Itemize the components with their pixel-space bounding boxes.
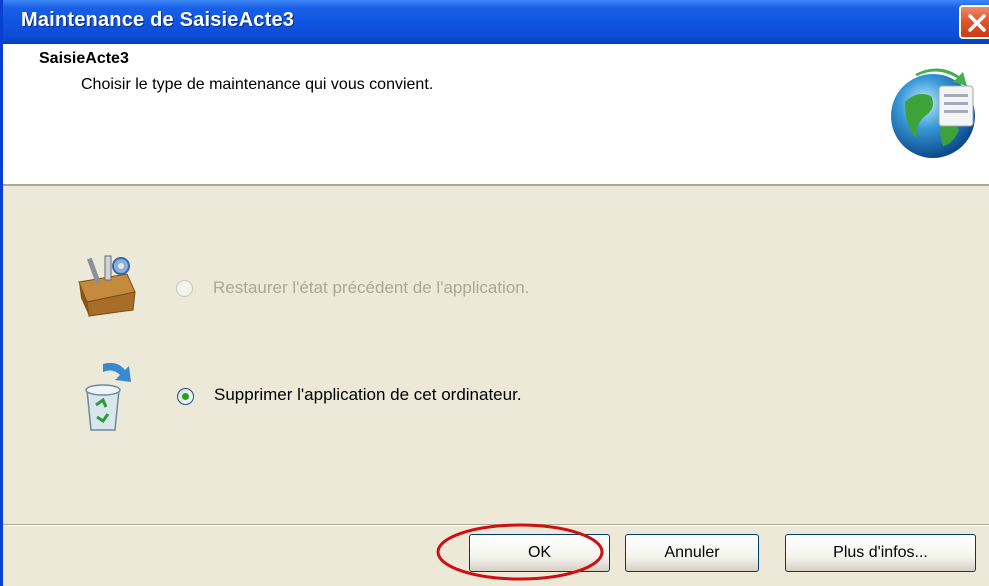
toolbox-icon — [78, 255, 136, 317]
footer-divider — [3, 524, 989, 526]
restore-radio — [176, 280, 193, 297]
title-bar[interactable]: Maintenance de SaisieActe3 — [3, 0, 989, 44]
restore-option-label: Restaurer l'état précédent de l'applicat… — [213, 278, 530, 297]
header-panel — [3, 44, 989, 186]
recycle-bin-icon — [85, 362, 131, 431]
cancel-button[interactable]: Annuler — [625, 534, 759, 572]
close-button[interactable] — [959, 5, 989, 39]
more-info-button[interactable]: Plus d'infos... — [785, 534, 976, 572]
header-subtitle: Choisir le type de maintenance qui vous … — [81, 76, 434, 93]
ok-button[interactable]: OK — [469, 534, 610, 572]
globe-setup-icon — [891, 68, 975, 158]
window-title: Maintenance de SaisieActe3 — [21, 9, 295, 31]
remove-radio[interactable] — [177, 388, 194, 405]
remove-option-label[interactable]: Supprimer l'application de cet ordinateu… — [214, 385, 522, 405]
close-icon — [968, 14, 986, 32]
radio-selected-dot — [182, 393, 189, 400]
app-name: SaisieActe3 — [39, 50, 129, 67]
maintenance-dialog: Maintenance de SaisieActe3 SaisieActe3 C… — [0, 0, 989, 586]
